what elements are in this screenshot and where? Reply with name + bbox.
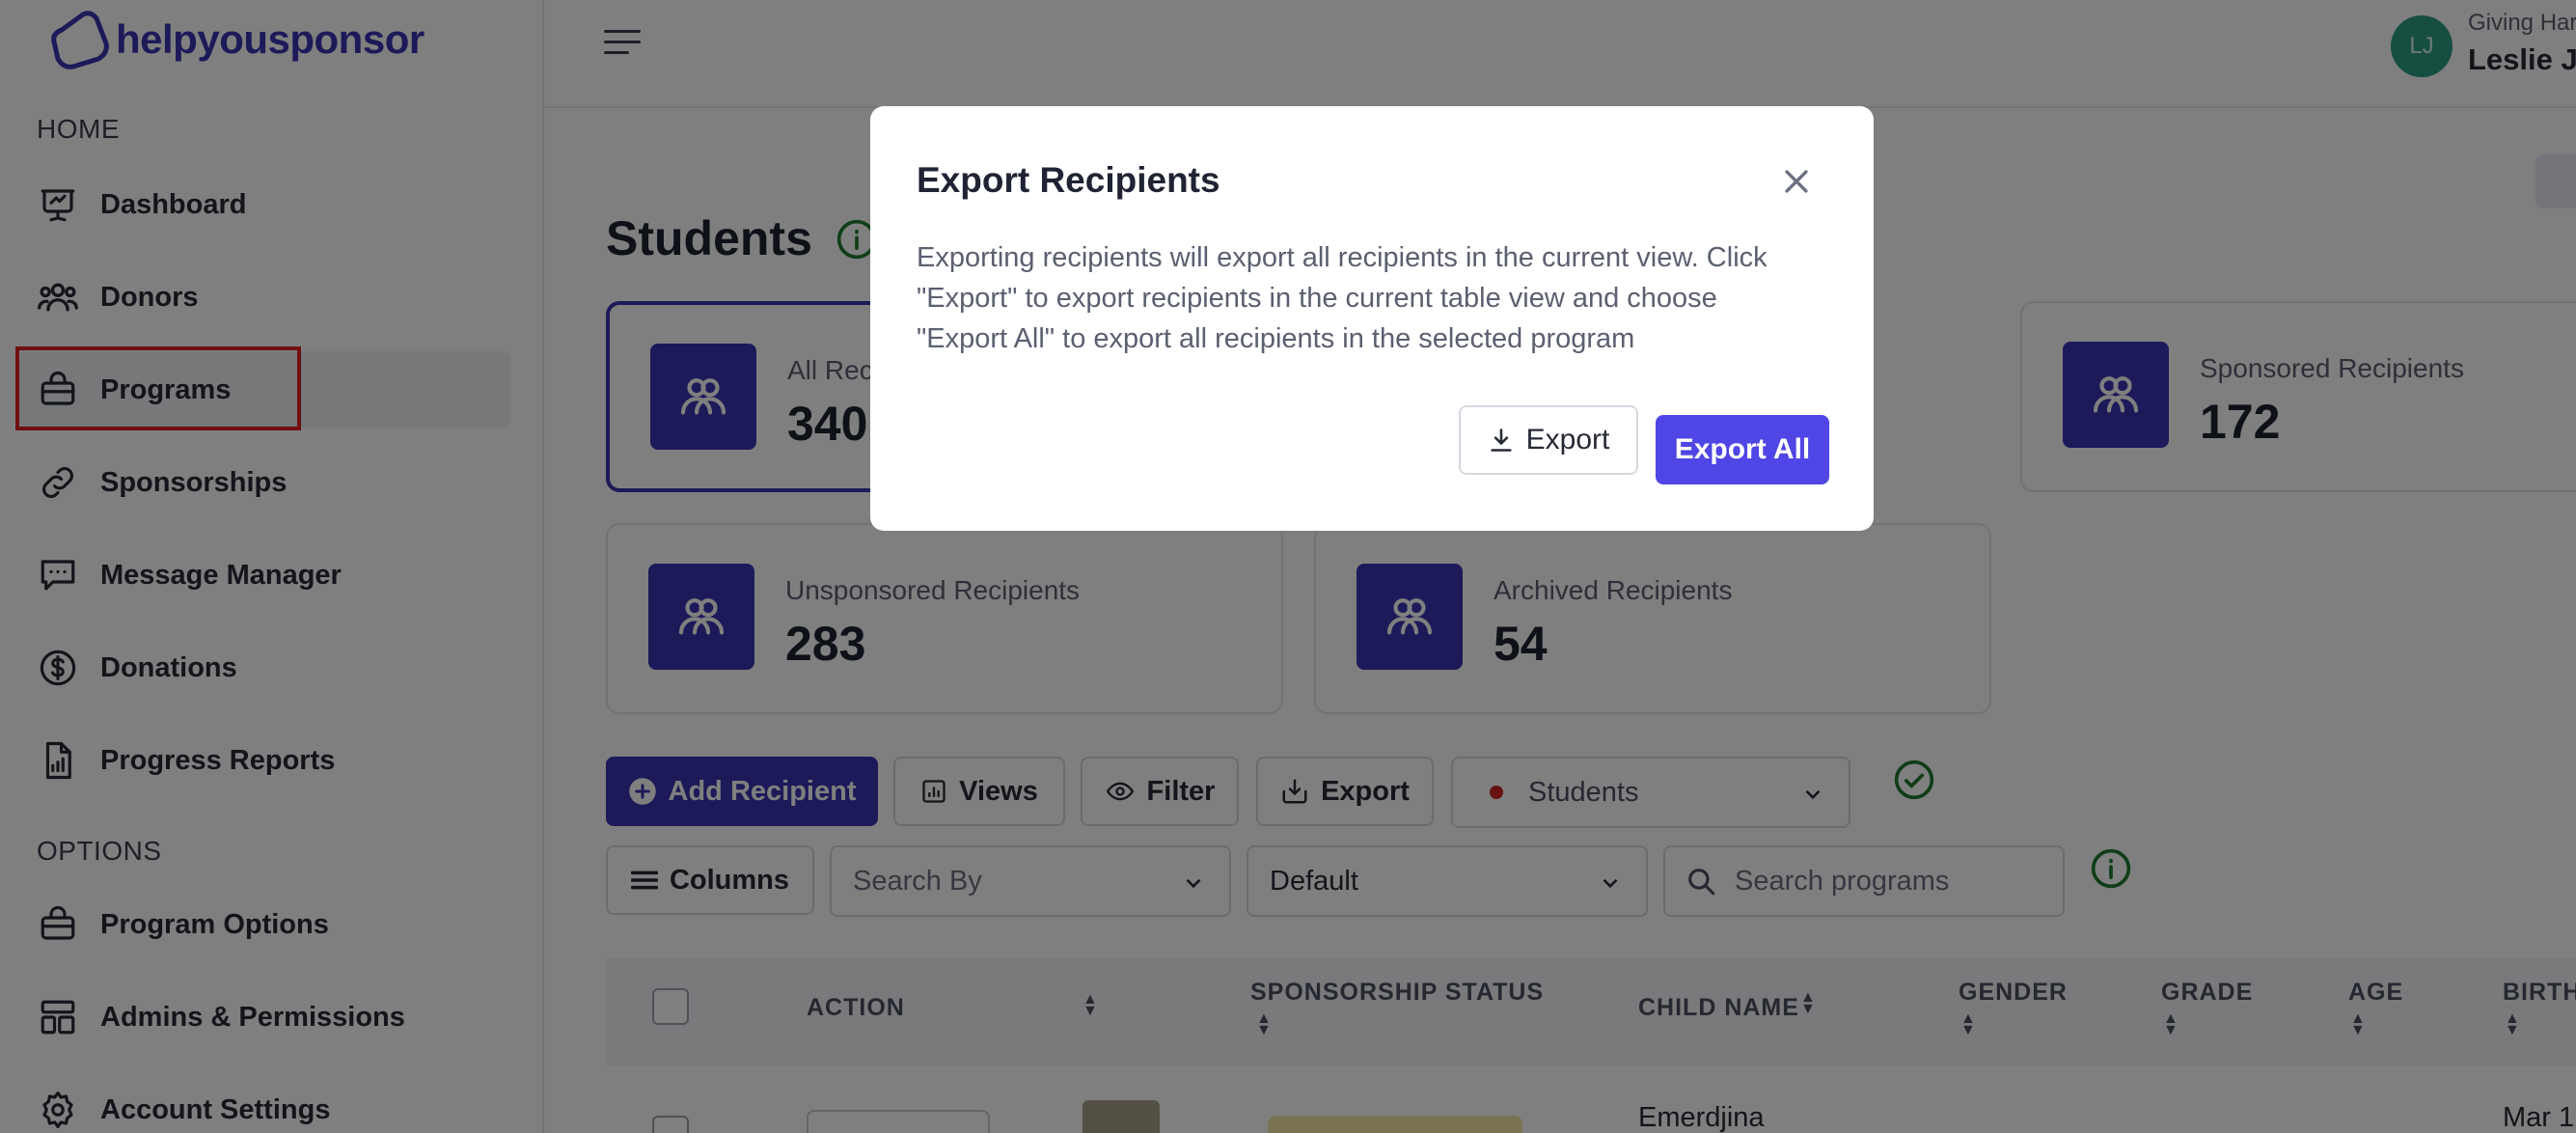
close-icon[interactable] [1777,162,1816,201]
modal-export-button[interactable]: Export [1459,405,1638,475]
modal-body: Exporting recipients will export all rec… [917,237,1833,359]
export-recipients-modal: Export Recipients Exporting recipients w… [870,106,1874,531]
modal-body-line: "Export" to export recipients in the cur… [917,283,1717,314]
modal-body-line: "Export All" to export all recipients in… [917,323,1635,354]
modal-export-all-button[interactable]: Export All [1656,415,1829,484]
modal-export-label: Export [1525,424,1610,456]
download-icon [1488,426,1515,455]
modal-title: Export Recipients [917,160,1220,200]
modal-body-line: Exporting recipients will export all rec… [917,242,1768,273]
